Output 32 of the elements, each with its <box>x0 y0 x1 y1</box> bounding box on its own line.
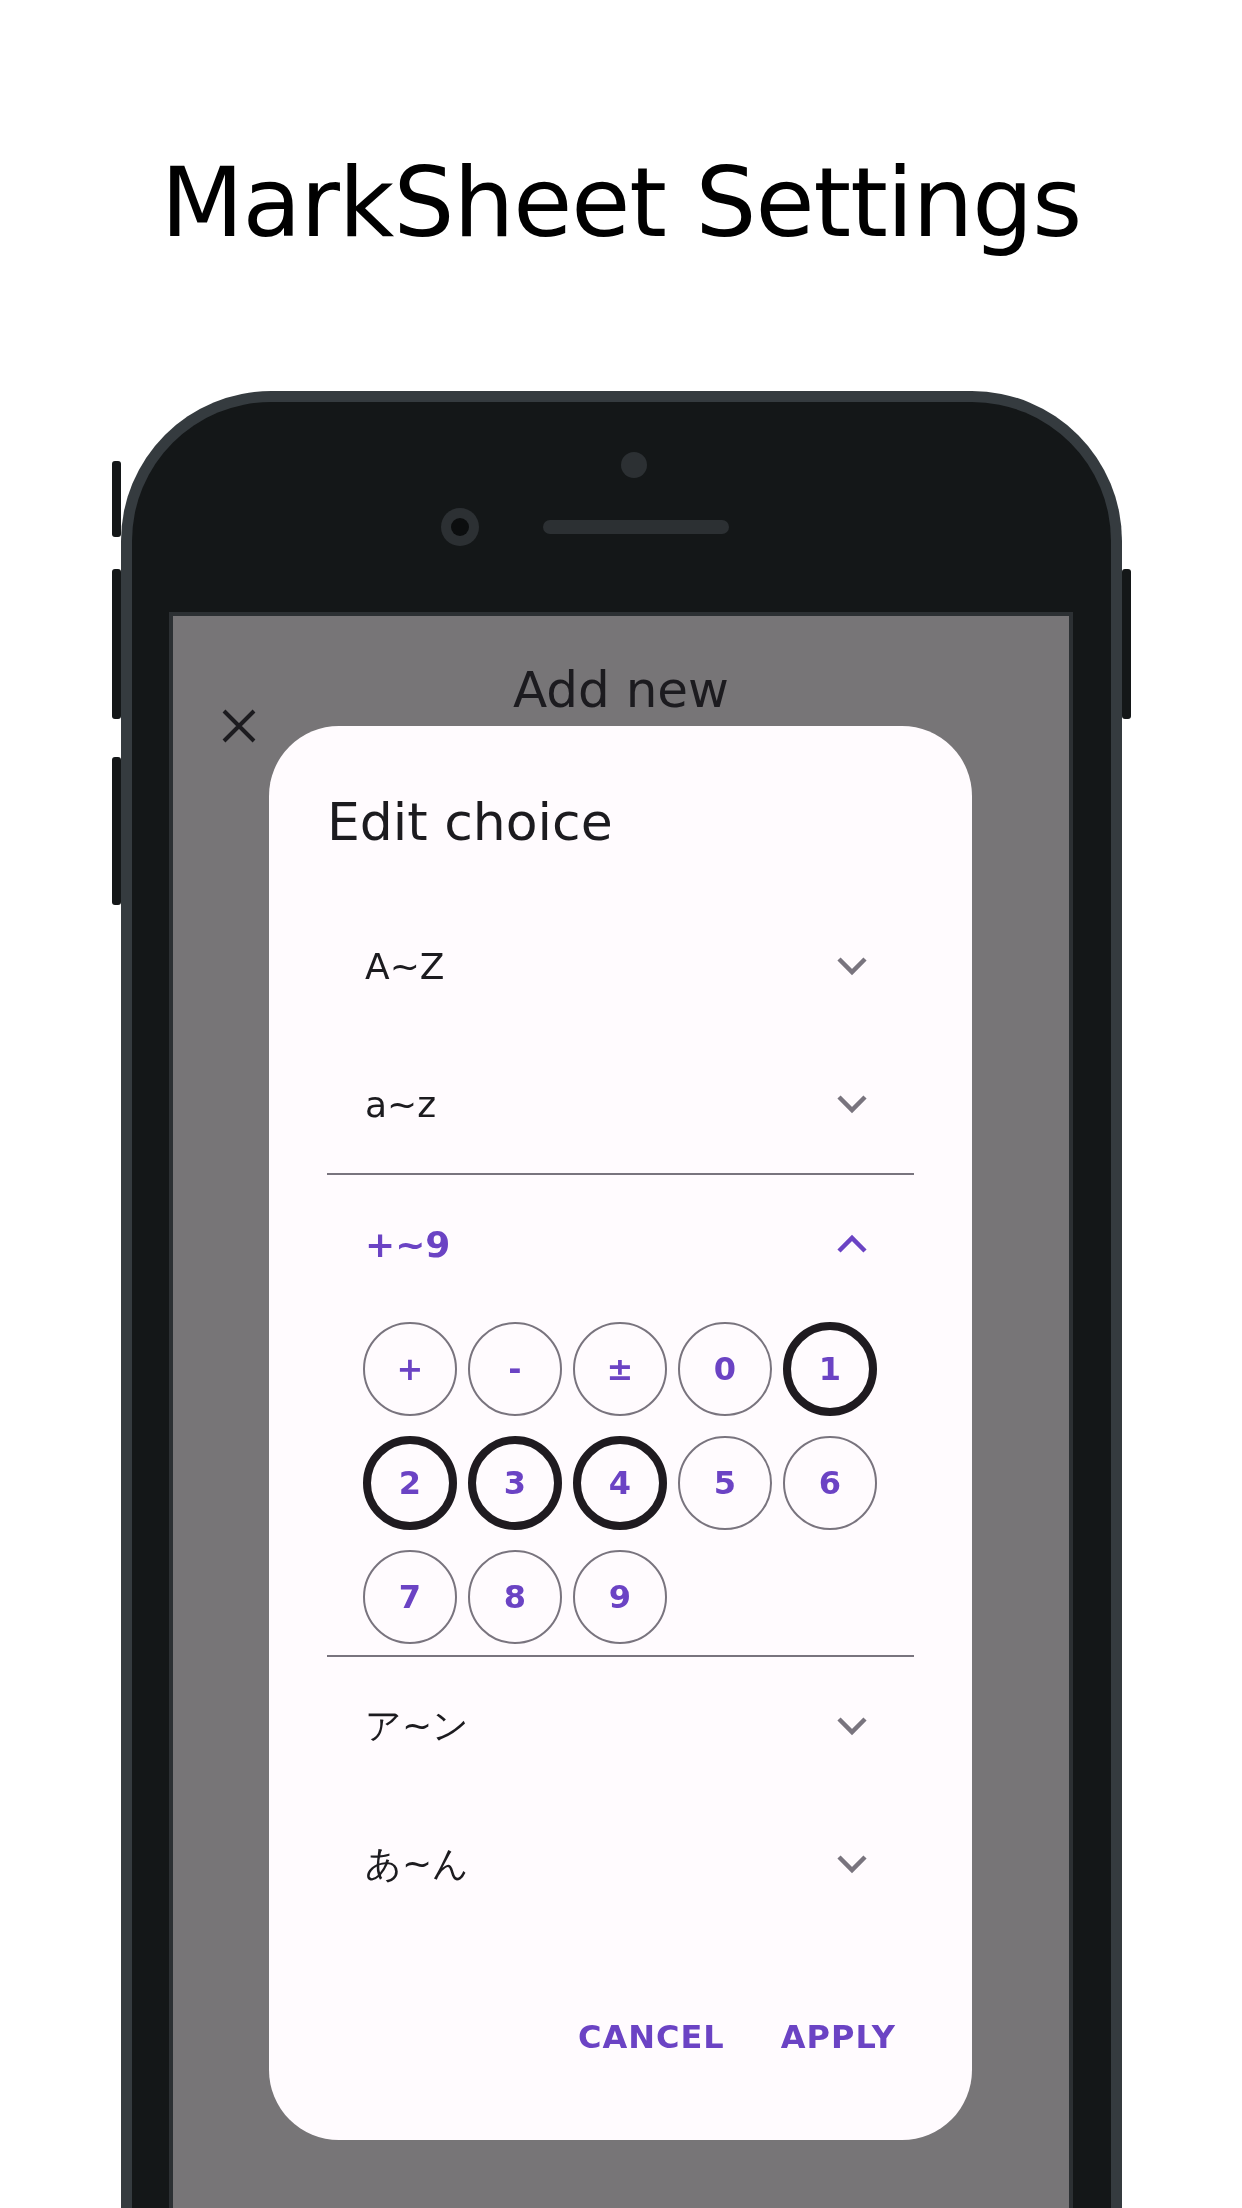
choice-toggle[interactable]: 1 <box>783 1322 877 1416</box>
choice-toggle[interactable]: 5 <box>678 1436 772 1530</box>
choice-toggle[interactable]: 6 <box>783 1436 877 1530</box>
chevron-up-icon <box>836 1234 868 1254</box>
choice-group-header[interactable]: a~z <box>327 1035 914 1173</box>
choice-group-header[interactable]: ア~ン <box>327 1657 914 1795</box>
choice-group-header[interactable]: A~Z <box>327 897 914 1035</box>
dialog-title: Edit choice <box>327 791 614 854</box>
choice-toggle[interactable]: ± <box>573 1322 667 1416</box>
app-bar-title: Add new <box>513 660 729 720</box>
speaker-icon <box>542 520 729 534</box>
chevron-down-icon <box>836 1854 868 1874</box>
choice-toggle[interactable]: - <box>468 1322 562 1416</box>
choice-toggle[interactable]: 8 <box>468 1550 562 1644</box>
choice-toggle[interactable]: 4 <box>573 1436 667 1530</box>
close-icon[interactable] <box>221 708 257 744</box>
choice-toggle[interactable]: 7 <box>363 1550 457 1644</box>
choice-toggle[interactable]: 0 <box>678 1322 772 1416</box>
sensor-icon <box>620 452 647 478</box>
chevron-down-icon <box>836 956 868 976</box>
chevron-down-icon <box>836 1716 868 1736</box>
choice-toggle[interactable]: 3 <box>468 1436 562 1530</box>
dialog-button[interactable]: APPLY <box>762 2006 914 2068</box>
choice-toggle[interactable]: 2 <box>363 1436 457 1530</box>
choice-group-header[interactable]: +~9 <box>327 1175 914 1313</box>
choice-group-header[interactable]: あ~ん <box>327 1795 914 1933</box>
dialog-button[interactable]: CANCEL <box>560 2006 743 2068</box>
page-heading: MarkSheet Settings <box>160 146 1082 261</box>
choice-toggle[interactable]: 9 <box>573 1550 667 1644</box>
chevron-down-icon <box>836 1094 868 1114</box>
choice-toggle[interactable]: + <box>363 1322 457 1416</box>
camera-icon <box>440 508 479 546</box>
